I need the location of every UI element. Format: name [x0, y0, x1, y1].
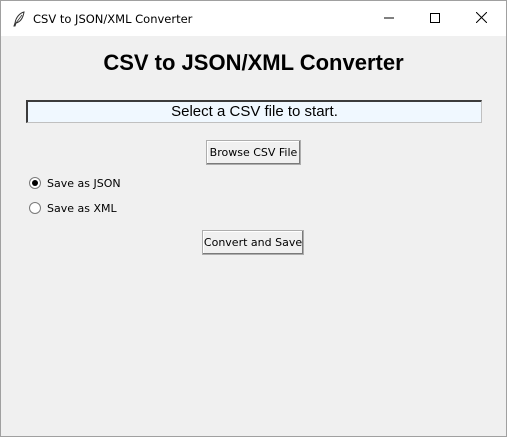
convert-save-button[interactable]: Convert and Save — [202, 230, 304, 255]
minimize-button[interactable] — [366, 1, 412, 36]
close-icon — [475, 10, 487, 28]
app-window: CSV to JSON/XML Converter CSV to JSON/XM… — [0, 0, 507, 437]
maximize-icon — [430, 10, 440, 28]
page-title: CSV to JSON/XML Converter — [103, 50, 404, 75]
feather-icon — [12, 11, 26, 27]
close-button[interactable] — [458, 1, 504, 36]
radio-indicator-json[interactable] — [29, 177, 41, 189]
save-xml-radio[interactable]: Save as XML — [29, 200, 117, 216]
title-bar[interactable]: CSV to JSON/XML Converter — [1, 1, 506, 36]
window-title: CSV to JSON/XML Converter — [33, 12, 193, 26]
maximize-button[interactable] — [412, 1, 458, 36]
save-json-radio[interactable]: Save as JSON — [29, 175, 121, 191]
minimize-icon — [384, 10, 394, 28]
radio-indicator-xml[interactable] — [29, 202, 41, 214]
status-label: Select a CSV file to start. — [26, 100, 482, 123]
save-xml-label: Save as XML — [47, 201, 117, 215]
main-panel: CSV to JSON/XML Converter Select a CSV f… — [1, 36, 506, 436]
browse-csv-button[interactable]: Browse CSV File — [206, 140, 301, 165]
save-json-label: Save as JSON — [47, 176, 121, 190]
